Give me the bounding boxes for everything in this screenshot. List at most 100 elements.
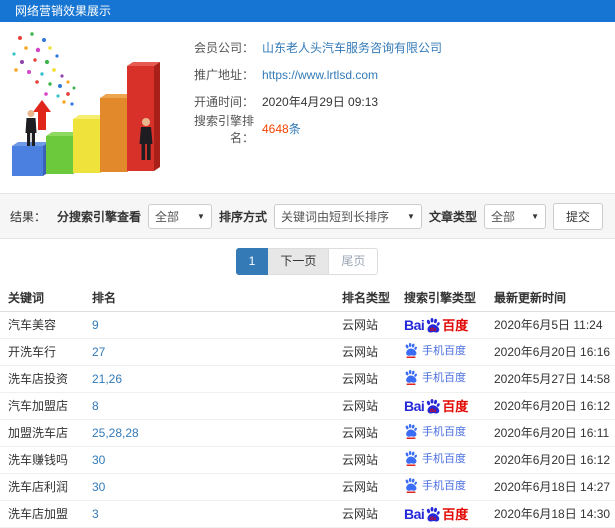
rank-link[interactable]: 30 (88, 446, 338, 474)
company-info: 会员公司： 山东老人头汽车服务咨询有限公司 推广地址： https://www.… (176, 34, 442, 145)
table-row: 洗车店投资 21,26 云网站 Bai du 百度 (0, 365, 615, 393)
table-row: 洗车赚钱吗 30 云网站 Bai du 百度 (0, 446, 615, 474)
header-keyword: 关键词 (0, 284, 88, 312)
engine-cell: Bai du 百度 (400, 338, 490, 366)
keyword-cell: 洗车赚钱吗 (0, 446, 88, 474)
mobile-baidu-paw-icon (405, 342, 417, 358)
rank-link[interactable]: 30 (88, 473, 338, 501)
engine-cell: Bai du 百度 (400, 365, 490, 393)
rank-type-cell: 云网站 (338, 473, 400, 501)
open-time-label: 开通时间： (193, 95, 254, 109)
rank-link[interactable]: 3 (88, 500, 338, 528)
rank-type-cell: 云网站 (338, 365, 400, 393)
page-title: 网络营销效果展示 (15, 4, 112, 18)
bar-chart-illustration (12, 32, 160, 176)
table-row: 洗车店利润 30 云网站 Bai du 百度 (0, 473, 615, 501)
rank-link[interactable]: 27 (88, 338, 338, 366)
table-row: 洗车店加盟 3 云网站 Bai du 百度 2020年6月18日 14:30 (0, 500, 615, 528)
rank-link[interactable]: 8 (88, 392, 338, 420)
results-table: 关键词 排名 排名类型 搜索引擎类型 最新更新时间 汽车美容 9 云网站 Bai… (0, 284, 615, 528)
keyword-cell: 洗车店投资 (0, 365, 88, 393)
mobile-baidu-logo: 手机百度 (404, 477, 466, 493)
page-header: 网络营销效果展示 (0, 0, 615, 22)
baidu-paw-icon: du (427, 506, 441, 522)
info-row-rank-count: 搜索引擎排名： 4648条 (176, 114, 442, 145)
baidu-paw-icon: du (427, 317, 441, 333)
chevron-down-icon: ▼ (531, 211, 539, 221)
rank-link[interactable]: 25,28,28 (88, 419, 338, 447)
last-page-button[interactable]: 尾页 (328, 248, 379, 275)
engine-cell: Bai du 百度 (400, 311, 490, 339)
baidu-logo: Bai du 百度 (404, 505, 469, 523)
engine-cell: Bai du 百度 (400, 500, 490, 528)
table-row: 加盟洗车店 25,28,28 云网站 Bai du 百度 (0, 419, 615, 447)
rank-type-cell: 云网站 (338, 419, 400, 447)
baidu-logo: Bai du 百度 (404, 316, 469, 334)
chevron-down-icon: ▼ (407, 211, 415, 221)
keyword-cell: 汽车加盟店 (0, 392, 88, 420)
top-section: 会员公司： 山东老人头汽车服务咨询有限公司 推广地址： https://www.… (0, 22, 615, 193)
company-label: 会员公司： (193, 41, 254, 55)
rank-link[interactable]: 21,26 (88, 365, 338, 393)
rank-type-cell: 云网站 (338, 338, 400, 366)
updated-cell: 2020年5月27日 14:58 (490, 365, 615, 393)
info-row-company: 会员公司： 山东老人头汽车服务咨询有限公司 (176, 34, 442, 61)
updated-cell: 2020年6月20日 16:16 (490, 338, 615, 366)
open-time-value: 2020年4月29日 09:13 (262, 95, 379, 109)
mobile-baidu-paw-icon (405, 369, 417, 385)
mobile-baidu-logo: 手机百度 (404, 423, 466, 439)
keyword-cell: 洗车店加盟 (0, 500, 88, 528)
result-label: 结果： (10, 209, 47, 224)
sort-label: 排序方式 (218, 209, 267, 224)
engine-cell: Bai du 百度 (400, 392, 490, 420)
businessman-left (25, 110, 37, 146)
rank-count-value: 4648 (262, 122, 289, 136)
article-type-label: 文章类型 (428, 209, 477, 224)
header-rank-type: 排名类型 (338, 284, 400, 312)
header-rank: 排名 (88, 284, 338, 312)
keyword-cell: 汽车美容 (0, 311, 88, 339)
mobile-baidu-logo: 手机百度 (404, 342, 466, 358)
updated-cell: 2020年6月20日 16:12 (490, 446, 615, 474)
engine-cell: Bai du 百度 (400, 419, 490, 447)
keyword-cell: 加盟洗车店 (0, 419, 88, 447)
next-page-button[interactable]: 下一页 (267, 248, 330, 275)
rank-link[interactable]: 9 (88, 311, 338, 339)
baidu-paw-icon: du (427, 398, 441, 414)
table-row: 汽车美容 9 云网站 Bai du 百度 2020年6月5日 11:24 (0, 311, 615, 339)
engine-filter-select[interactable]: 全部 ▼ (147, 203, 212, 229)
updated-cell: 2020年6月20日 16:11 (490, 419, 615, 447)
pagination: 1 下一页 尾页 (0, 248, 615, 275)
updated-cell: 2020年6月18日 14:30 (490, 500, 615, 528)
rank-count-label: 搜索引擎排名： (193, 113, 254, 145)
engine-cell: Bai du 百度 (400, 446, 490, 474)
updated-cell: 2020年6月5日 11:24 (490, 311, 615, 339)
mobile-baidu-paw-icon (405, 450, 417, 466)
rank-type-cell: 云网站 (338, 392, 400, 420)
sort-select[interactable]: 关键词由短到长排序 ▼ (273, 203, 422, 229)
table-header-row: 关键词 排名 排名类型 搜索引擎类型 最新更新时间 (0, 284, 615, 312)
mobile-baidu-paw-icon (405, 423, 417, 439)
updated-cell: 2020年6月18日 14:27 (490, 473, 615, 501)
table-row: 开洗车行 27 云网站 Bai du 百度 (0, 338, 615, 366)
confetti-dots (12, 32, 76, 106)
article-type-select[interactable]: 全部 ▼ (483, 203, 546, 229)
chevron-down-icon: ▼ (197, 211, 205, 221)
mobile-baidu-logo: 手机百度 (404, 450, 466, 466)
svg-text:du: du (430, 516, 437, 522)
info-row-url: 推广地址： https://www.lrtlsd.com (176, 61, 442, 88)
page-1-button[interactable]: 1 (235, 248, 269, 275)
company-link[interactable]: 山东老人头汽车服务咨询有限公司 (262, 39, 442, 56)
submit-button[interactable]: 提交 (552, 202, 603, 230)
filter-bar: 结果： 分搜索引擎查看 全部 ▼ 排序方式 关键词由短到长排序 ▼ 文章类型 全… (0, 193, 615, 239)
url-label: 推广地址： (193, 68, 254, 82)
header-engine-type: 搜索引擎类型 (400, 284, 490, 312)
keyword-cell: 开洗车行 (0, 338, 88, 366)
rank-type-cell: 云网站 (338, 311, 400, 339)
keyword-cell: 洗车店利润 (0, 473, 88, 501)
baidu-logo: Bai du 百度 (404, 397, 469, 415)
mobile-baidu-logo: 手机百度 (404, 369, 466, 385)
rank-count-unit[interactable]: 条 (289, 122, 301, 136)
promotion-url-link[interactable]: https://www.lrtlsd.com (262, 68, 378, 82)
rank-type-cell: 云网站 (338, 500, 400, 528)
